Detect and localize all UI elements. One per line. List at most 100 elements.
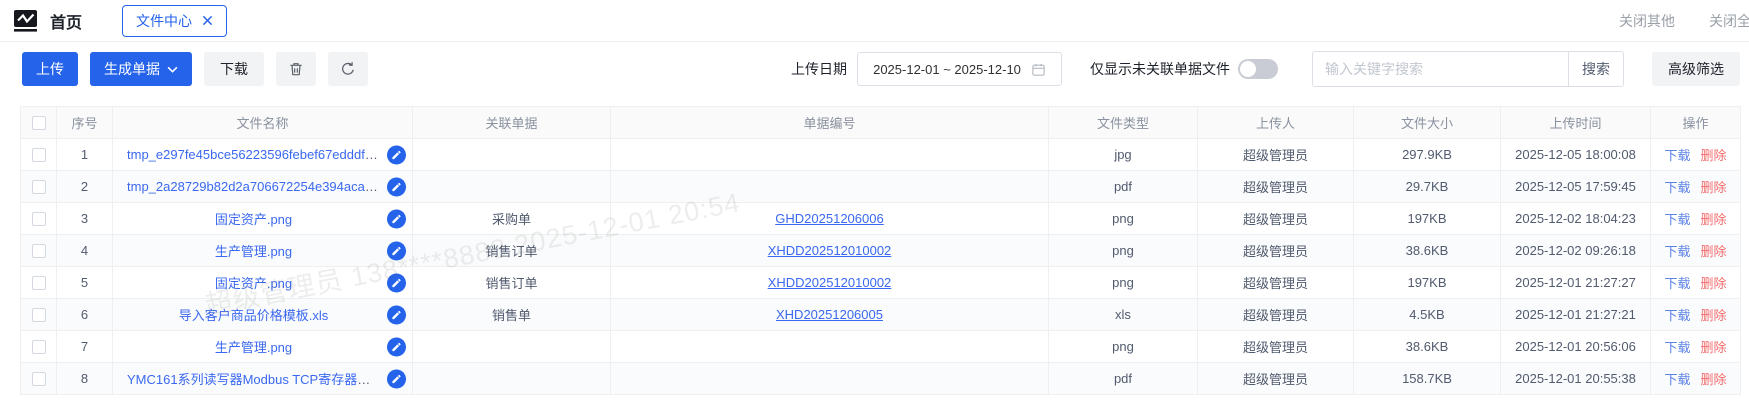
upload-button[interactable]: 上传	[22, 52, 78, 86]
actions-cell: 下载删除	[1651, 299, 1741, 331]
file-name-link[interactable]: 固定资产.png	[215, 276, 292, 291]
file-size-cell: 197KB	[1354, 203, 1501, 235]
uploader-cell: 超级管理员	[1198, 267, 1354, 299]
uploader-cell: 超级管理员	[1198, 331, 1354, 363]
row-checkbox-cell	[21, 235, 57, 267]
edit-icon[interactable]	[387, 145, 406, 164]
col-file-size: 文件大小	[1354, 107, 1501, 139]
edit-icon[interactable]	[387, 337, 406, 356]
row-index: 7	[57, 331, 113, 363]
row-checkbox-cell	[21, 331, 57, 363]
row-checkbox[interactable]	[32, 244, 46, 258]
file-name-cell: 生产管理.png	[113, 331, 413, 363]
row-checkbox[interactable]	[32, 308, 46, 322]
col-doc-number: 单据编号	[611, 107, 1049, 139]
file-name-link[interactable]: 生产管理.png	[215, 244, 292, 259]
row-delete-link[interactable]: 删除	[1701, 308, 1727, 323]
edit-icon[interactable]	[387, 273, 406, 292]
row-delete-link[interactable]: 删除	[1701, 148, 1727, 163]
calendar-icon	[1031, 62, 1046, 77]
row-download-link[interactable]: 下载	[1664, 180, 1690, 195]
doc-type-cell	[413, 171, 611, 203]
file-type-cell: jpg	[1049, 139, 1198, 171]
file-name-link[interactable]: YMC161系列读写器Modbus TCP寄存器定...	[127, 372, 381, 387]
uploader-cell: 超级管理员	[1198, 139, 1354, 171]
file-name-link[interactable]: 生产管理.png	[215, 340, 292, 355]
select-all-checkbox[interactable]	[32, 116, 46, 130]
doc-type-cell: 销售单	[413, 299, 611, 331]
doc-number-cell: XHD20251206005	[611, 299, 1049, 331]
file-name-cell: 固定资产.png	[113, 267, 413, 299]
upload-time-cell: 2025-12-01 21:27:21	[1501, 299, 1651, 331]
row-checkbox-cell	[21, 203, 57, 235]
row-checkbox[interactable]	[32, 148, 46, 162]
row-download-link[interactable]: 下载	[1664, 148, 1690, 163]
row-download-link[interactable]: 下载	[1664, 244, 1690, 259]
row-delete-link[interactable]: 删除	[1701, 340, 1727, 355]
download-button[interactable]: 下载	[204, 52, 264, 86]
row-checkbox[interactable]	[32, 180, 46, 194]
doc-number-link[interactable]: XHD20251206005	[776, 307, 883, 322]
delete-button[interactable]	[276, 52, 316, 86]
home-menu[interactable]: 首页	[50, 9, 82, 33]
row-checkbox[interactable]	[32, 372, 46, 386]
row-checkbox-cell	[21, 171, 57, 203]
file-type-cell: xls	[1049, 299, 1198, 331]
row-checkbox[interactable]	[32, 276, 46, 290]
row-download-link[interactable]: 下载	[1664, 276, 1690, 291]
doc-number-cell: GHD20251206006	[611, 203, 1049, 235]
edit-icon[interactable]	[387, 305, 406, 324]
row-delete-link[interactable]: 删除	[1701, 212, 1727, 227]
date-range-value: 2025-12-01 ~ 2025-12-10	[873, 62, 1021, 77]
row-delete-link[interactable]: 删除	[1701, 276, 1727, 291]
file-type-cell: png	[1049, 235, 1198, 267]
upload-date-label: 上传日期	[791, 59, 847, 79]
file-name-cell: tmp_2a28729b82d2a706672254e394aca2c...	[113, 171, 413, 203]
doc-number-link[interactable]: XHDD202512010002	[768, 243, 892, 258]
row-download-link[interactable]: 下载	[1664, 372, 1690, 387]
doc-number-link[interactable]: GHD20251206006	[775, 211, 883, 226]
table-row: 6 导入客户商品价格模板.xls 销售单 XHD20251206005 xls …	[21, 299, 1741, 331]
row-download-link[interactable]: 下载	[1664, 308, 1690, 323]
search-input[interactable]	[1312, 51, 1568, 87]
uploader-cell: 超级管理员	[1198, 235, 1354, 267]
file-name-link[interactable]: tmp_e297fe45bce56223596febef67edddf6...	[127, 147, 383, 162]
date-range-picker[interactable]: 2025-12-01 ~ 2025-12-10	[857, 52, 1062, 86]
doc-number-link[interactable]: XHDD202512010002	[768, 275, 892, 290]
refresh-icon	[340, 61, 356, 77]
row-download-link[interactable]: 下载	[1664, 340, 1690, 355]
generate-doc-button[interactable]: 生成单据	[90, 52, 192, 86]
only-unlinked-label: 仅显示未关联单据文件	[1090, 59, 1230, 79]
close-all-button[interactable]: 关闭全部	[1709, 11, 1749, 31]
actions-cell: 下载删除	[1651, 235, 1741, 267]
row-checkbox[interactable]	[32, 340, 46, 354]
search-button[interactable]: 搜索	[1568, 51, 1624, 87]
row-checkbox[interactable]	[32, 212, 46, 226]
file-name-link[interactable]: tmp_2a28729b82d2a706672254e394aca2c...	[127, 179, 389, 194]
tab-file-center[interactable]: 文件中心	[122, 5, 227, 37]
close-others-button[interactable]: 关闭其他	[1619, 11, 1675, 31]
file-size-cell: 38.6KB	[1354, 331, 1501, 363]
file-name-link[interactable]: 导入客户商品价格模板.xls	[179, 308, 329, 323]
edit-icon[interactable]	[387, 209, 406, 228]
row-delete-link[interactable]: 删除	[1701, 372, 1727, 387]
edit-icon[interactable]	[387, 369, 406, 388]
file-name-link[interactable]: 固定资产.png	[215, 212, 292, 227]
edit-icon[interactable]	[387, 177, 406, 196]
trash-icon	[288, 61, 304, 77]
tab-close-icon[interactable]	[202, 15, 213, 26]
row-delete-link[interactable]: 删除	[1701, 180, 1727, 195]
doc-number-cell: XHDD202512010002	[611, 235, 1049, 267]
row-checkbox-cell	[21, 299, 57, 331]
row-download-link[interactable]: 下载	[1664, 212, 1690, 227]
row-index: 3	[57, 203, 113, 235]
row-index: 4	[57, 235, 113, 267]
table-row: 7 生产管理.png png 超级管理员 38.6KB 2025-12-01 2…	[21, 331, 1741, 363]
advanced-filter-button[interactable]: 高级筛选	[1652, 52, 1740, 86]
only-unlinked-toggle[interactable]	[1238, 59, 1278, 79]
toolbar: 上传 生成单据 下载 上传日期 2025-12-01 ~ 2025-12-10	[0, 42, 1749, 96]
refresh-button[interactable]	[328, 52, 368, 86]
row-delete-link[interactable]: 删除	[1701, 244, 1727, 259]
uploader-cell: 超级管理员	[1198, 299, 1354, 331]
edit-icon[interactable]	[387, 241, 406, 260]
